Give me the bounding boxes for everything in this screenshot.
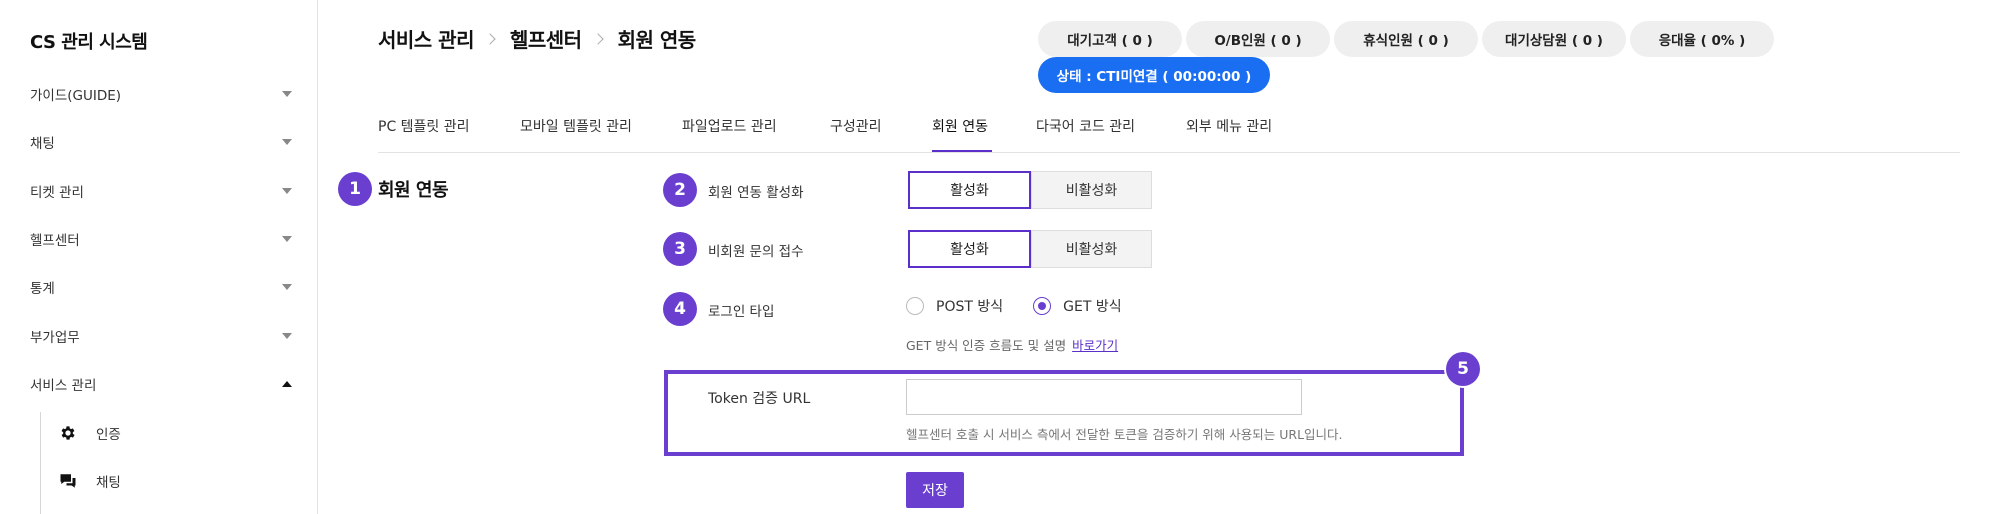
login-type-label: 로그인 타입	[708, 304, 775, 320]
get-radio[interactable]	[1033, 297, 1052, 315]
membership-enable-button[interactable]: 활성화	[908, 171, 1031, 209]
sidebar-item-extra[interactable]: 부가업무	[30, 321, 300, 351]
tab-mobile-template[interactable]: 모바일 템플릿 관리	[520, 116, 632, 136]
login-type-help-text: GET 방식 인증 흐름도 및 설명	[906, 338, 1067, 353]
tab-file-upload[interactable]: 파일업로드 관리	[682, 116, 777, 136]
chevron-down-icon	[282, 139, 292, 145]
chevron-right-icon	[591, 32, 604, 45]
sidebar-subitem-auth[interactable]: 인증	[58, 418, 298, 448]
tab-i18n-codes[interactable]: 다국어 코드 관리	[1036, 116, 1135, 136]
sidebar-item-label: 가이드(GUIDE)	[30, 88, 122, 104]
chevron-down-icon	[282, 333, 292, 339]
tab-external-menu[interactable]: 외부 메뉴 관리	[1186, 116, 1272, 136]
sidebar-subitem-label: 인증	[96, 427, 121, 443]
sidebar-item-stats[interactable]: 통계	[30, 272, 300, 302]
sidebar-item-label: 서비스 관리	[30, 378, 97, 394]
step-badge: 4	[663, 292, 697, 326]
sidebar-item-label: 부가업무	[30, 330, 80, 346]
membership-disable-button[interactable]: 비활성화	[1031, 171, 1152, 209]
step-badge: 3	[663, 232, 697, 266]
membership-link-label: 회원 연동 활성화	[708, 185, 804, 201]
step-badge: 1	[338, 172, 372, 206]
status-resting-agents: 휴식인원 ( 0 )	[1334, 21, 1478, 57]
token-url-input[interactable]	[906, 379, 1302, 415]
breadcrumb-item[interactable]: 헬프센터	[510, 24, 582, 53]
token-url-help: 헬프센터 호출 시 서비스 측에서 전달한 토큰을 검증하기 위해 사용되는 U…	[906, 427, 1343, 442]
step-badge: 2	[663, 173, 697, 207]
post-radio[interactable]	[906, 297, 924, 315]
chevron-right-icon	[484, 32, 496, 45]
breadcrumb-item-current: 회원 연동	[617, 28, 697, 52]
sidebar: CS 관리 시스템 가이드(GUIDE) 채팅 티켓 관리 헬프센터 통계 부가…	[0, 0, 318, 514]
step-badge: 5	[1446, 352, 1480, 386]
chevron-down-icon	[282, 91, 292, 97]
token-url-label: Token 검증 URL	[708, 391, 811, 407]
save-button[interactable]: 저장	[906, 472, 964, 508]
status-ob-agents: O/B인원 ( 0 )	[1186, 21, 1330, 57]
login-type-help: GET 방식 인증 흐름도 및 설명 바로가기	[906, 335, 1118, 354]
chevron-down-icon	[282, 284, 292, 290]
sidebar-subitem-label: 채팅	[96, 475, 121, 491]
get-radio-label[interactable]: GET 방식	[1063, 296, 1121, 316]
status-waiting-agents: 대기상담원 ( 0 )	[1482, 21, 1626, 57]
tab-config[interactable]: 구성관리	[830, 116, 882, 136]
chevron-down-icon	[282, 236, 292, 242]
guest-disable-button[interactable]: 비활성화	[1031, 230, 1152, 268]
post-radio-label[interactable]: POST 방식	[936, 296, 1003, 316]
section-title: 회원 연동	[378, 180, 449, 201]
sidebar-item-service[interactable]: 서비스 관리	[30, 369, 300, 399]
breadcrumb: 서비스 관리 헬프센터 회원 연동	[378, 24, 696, 53]
sidebar-item-label: 헬프센터	[30, 233, 80, 249]
sidebar-item-helpcenter[interactable]: 헬프센터	[30, 224, 300, 254]
chevron-down-icon	[282, 188, 292, 194]
tabs-divider	[378, 152, 1960, 153]
sidebar-item-label: 티켓 관리	[30, 185, 84, 201]
login-type-radio-group: POST 방식 GET 방식	[906, 296, 1152, 316]
chevron-up-icon	[282, 381, 292, 387]
tab-member-link[interactable]: 회원 연동	[932, 116, 988, 136]
guest-inquiry-toggle: 활성화 비활성화	[908, 230, 1152, 268]
sidebar-item-chat[interactable]: 채팅	[30, 127, 300, 157]
chat-icon	[58, 471, 78, 491]
guest-enable-button[interactable]: 활성화	[908, 230, 1031, 268]
tree-line	[40, 412, 41, 514]
app-title: CS 관리 시스템	[30, 32, 148, 53]
membership-link-toggle: 활성화 비활성화	[908, 171, 1152, 209]
breadcrumb-item[interactable]: 서비스 관리	[378, 24, 474, 53]
status-waiting-customers: 대기고객 ( 0 )	[1038, 21, 1182, 57]
sidebar-item-label: 채팅	[30, 136, 55, 152]
sidebar-item-label: 통계	[30, 281, 55, 297]
tab-pc-template[interactable]: PC 템플릿 관리	[378, 116, 470, 136]
sidebar-subitem-chat[interactable]: 채팅	[58, 466, 298, 496]
cti-status-badge[interactable]: 상태 : CTI미연결 ( 00:00:00 )	[1038, 57, 1270, 93]
guest-inquiry-label: 비회원 문의 접수	[708, 244, 804, 260]
sidebar-item-guide[interactable]: 가이드(GUIDE)	[30, 79, 300, 109]
gear-icon	[58, 423, 78, 443]
status-response-rate: 응대율 ( 0% )	[1630, 21, 1774, 57]
help-link[interactable]: 바로가기	[1072, 338, 1118, 353]
sidebar-item-tickets[interactable]: 티켓 관리	[30, 176, 300, 206]
